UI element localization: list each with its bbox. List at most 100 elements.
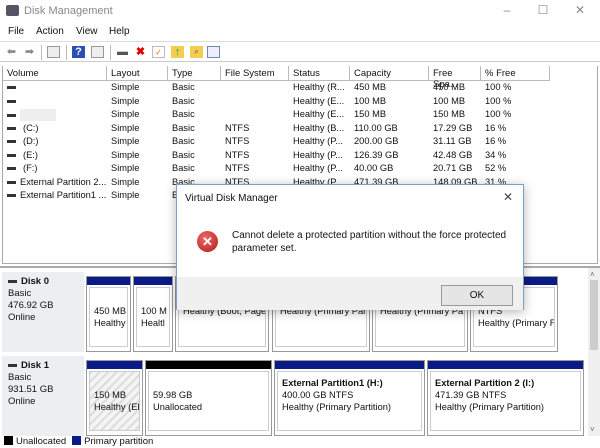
partition-primary[interactable]: External Partition1 (H:) 400.00 GB NTFS He…	[274, 360, 425, 436]
cell-status: Healthy (P...	[293, 136, 343, 146]
disk-type: Basic	[8, 372, 32, 383]
partition-efi[interactable]: 150 MB Healthy (EF	[86, 360, 143, 436]
volume-name: (D:)	[23, 136, 39, 146]
cell-layout: Simple	[111, 136, 140, 146]
partition-bar	[87, 361, 142, 369]
minimize-button[interactable]: –	[497, 3, 517, 19]
column-header-layout[interactable]: Layout	[107, 66, 168, 81]
volume-name: (E:)	[23, 149, 38, 160]
connect-icon[interactable]: ▬	[116, 46, 129, 58]
menu-view[interactable]: View	[76, 26, 98, 37]
cell-capacity: 150 MB	[354, 109, 387, 119]
cell-volume: (F:)	[7, 163, 107, 176]
cell-capacity: 126.39 GB	[354, 149, 399, 160]
disk-size: 931.51 GB	[8, 384, 54, 395]
cell-type: Basic	[172, 163, 195, 173]
help-icon[interactable]: ?	[72, 46, 85, 58]
cell-layout: Simple	[111, 109, 140, 119]
dialog-close-button[interactable]: ✕	[503, 190, 513, 204]
partition-body: 100 M Healtl	[136, 287, 170, 347]
cell-free-space: 42.48 GB	[433, 149, 473, 160]
partition-body: 150 MB Healthy (EF	[89, 371, 140, 431]
column-header-type[interactable]: Type	[168, 66, 221, 81]
window-title: Disk Management	[24, 5, 113, 17]
column-header-volume[interactable]: Volume	[3, 66, 107, 81]
partition-unallocated[interactable]: 59.98 GB Unallocated	[145, 360, 272, 436]
volume-row[interactable]: Simple Basic Healthy (R... 450 MB 450 MB 100 …	[3, 82, 597, 96]
list-view-icon[interactable]	[207, 46, 220, 58]
disk-name-text: Disk 0	[21, 276, 49, 287]
delete-icon[interactable]: ✖	[134, 46, 147, 58]
error-icon: ✕	[197, 231, 218, 252]
partition-size: 150 MB	[94, 390, 127, 400]
partition-primary[interactable]: External Partition 2 (I:) 471.39 GB NTFS H…	[427, 360, 584, 436]
cell-status: Healthy (E...	[293, 109, 345, 119]
legend: Unallocated Primary partition	[0, 436, 600, 448]
partition-bar	[87, 277, 130, 285]
volume-name: External Partition 2...	[20, 176, 107, 187]
column-header-status[interactable]: Status	[289, 66, 350, 81]
legend-label: Primary partition	[84, 436, 154, 447]
maximize-button[interactable]: ☐	[533, 3, 553, 19]
check-icon[interactable]: ✓	[152, 46, 165, 58]
partition-status: Healthy (	[94, 318, 128, 328]
partition-primary[interactable]: 100 M Healtl	[133, 276, 173, 352]
volume-row[interactable]: Simple Basic Healthy (E... 100 MB 100 MB 100 …	[3, 96, 597, 110]
properties-view-icon[interactable]	[91, 46, 104, 58]
cell-status: Healthy (P...	[293, 149, 343, 160]
column-header-percent-free[interactable]: % Free	[481, 66, 550, 81]
volume-row[interactable]: Simple Basic Healthy (E... 150 MB 150 MB 100 …	[3, 109, 597, 123]
partition-status: Healtl	[141, 318, 165, 328]
cell-free-space: 100 MB	[433, 95, 466, 106]
column-header-free-space[interactable]: Free Spa...	[429, 66, 481, 90]
menu-action[interactable]: Action	[36, 26, 64, 37]
cell-layout: Simple	[111, 82, 140, 92]
partition-bar	[146, 361, 271, 369]
column-header-capacity[interactable]: Capacity	[350, 66, 429, 81]
partition-status: Unallocated	[153, 402, 203, 412]
disk-label[interactable]: Disk 1 Basic 931.51 GB Online	[2, 356, 84, 436]
folder-up-icon[interactable]: ↑	[171, 46, 184, 58]
legend-item: Unallocated	[4, 436, 66, 447]
volume-row[interactable]: (D:) Simple Basic NTFS Healthy (P... 200.00 G…	[3, 136, 597, 150]
cell-file-system	[225, 96, 289, 109]
column-header-file-system[interactable]: File System	[221, 66, 289, 81]
cell-file-system: NTFS	[225, 122, 250, 133]
volume-row[interactable]: (F:) Simple Basic NTFS Healthy (P... 40.00 GB…	[3, 163, 597, 177]
cell-file-system: NTFS	[225, 163, 250, 173]
volume-row[interactable]: (E:) Simple Basic NTFS Healthy (P... 126.39 G…	[3, 150, 597, 164]
partition-primary[interactable]: 450 MB Healthy (	[86, 276, 131, 352]
menu-help[interactable]: Help	[109, 26, 130, 37]
partition-bar	[134, 277, 172, 285]
cell-file-system	[225, 109, 289, 122]
disk-icon	[8, 363, 17, 367]
cell-volume: External Partition 2...	[7, 177, 107, 190]
cell-capacity: 100 MB	[354, 95, 387, 106]
volume-icon	[7, 180, 16, 184]
disk-management-icon	[6, 5, 19, 16]
cell-layout: Simple	[111, 122, 140, 133]
cell-percent-free: 16 %	[485, 122, 507, 133]
cell-type: Basic	[172, 149, 195, 160]
volume-icon	[7, 153, 16, 157]
volume-row[interactable]: (C:) Simple Basic NTFS Healthy (B... 110.00 G…	[3, 123, 597, 137]
cell-percent-free: 100 %	[485, 95, 512, 106]
cell-layout: Simple	[111, 176, 140, 187]
disk-label[interactable]: Disk 0 Basic 476.92 GB Online	[2, 272, 84, 352]
cell-volume: External Partition1 ...	[7, 190, 107, 203]
forward-icon[interactable]: ➡	[23, 46, 36, 58]
partition-body: 59.98 GB Unallocated	[148, 371, 269, 431]
ok-button[interactable]: OK	[441, 285, 513, 306]
search-folder-icon[interactable]: ⌕	[190, 46, 203, 58]
console-tree-icon[interactable]	[47, 46, 60, 58]
back-icon[interactable]: ⬅	[5, 46, 18, 58]
vertical-scrollbar[interactable]: ˄ ˅	[588, 268, 600, 436]
menu-file[interactable]: File	[8, 26, 24, 37]
volume-name: (C:)	[23, 122, 39, 133]
cell-percent-free: 16 %	[485, 136, 507, 146]
cell-status: Healthy (P...	[293, 163, 343, 173]
disk-name: Disk 1	[8, 360, 78, 372]
menu-bar: File Action View Help	[0, 22, 600, 40]
cell-free-space: 450 MB	[433, 82, 466, 92]
close-button[interactable]: ✕	[570, 3, 590, 19]
